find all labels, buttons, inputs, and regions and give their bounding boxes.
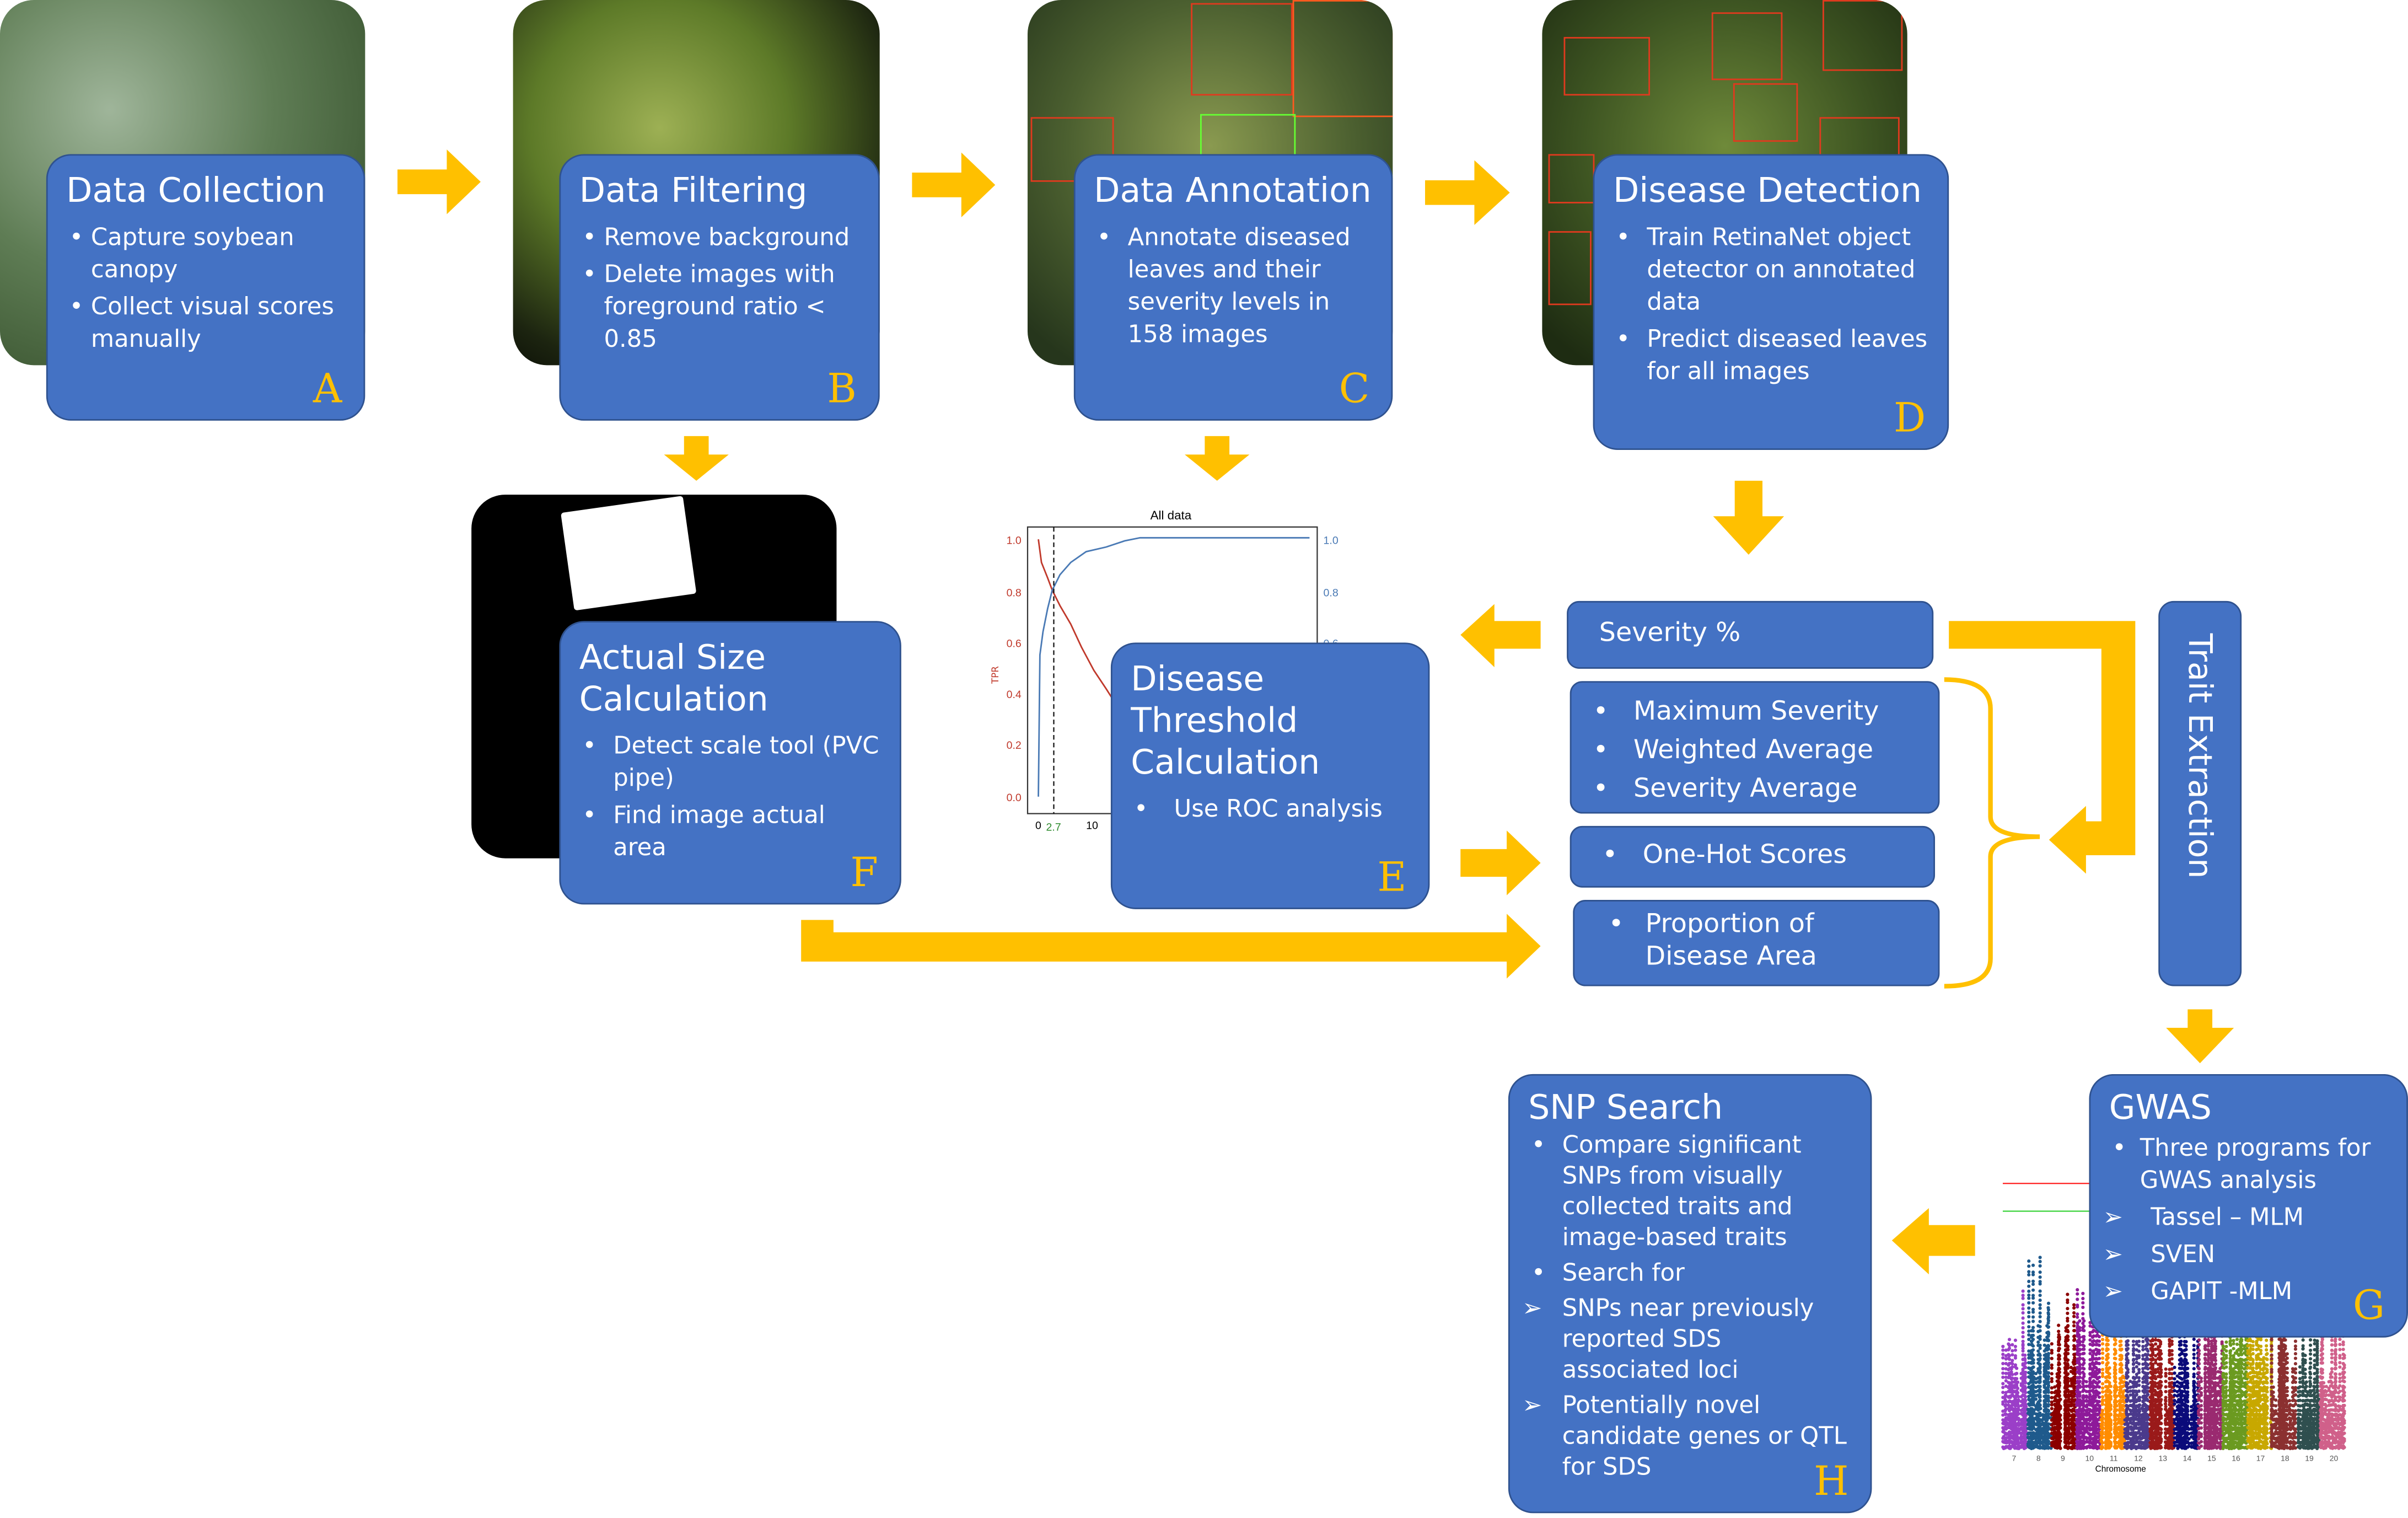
workflow-diagram: All data 1.0 0.8 0.6 0.4 0.2 0.0 TPR 1.0…	[0, 0, 2408, 1518]
